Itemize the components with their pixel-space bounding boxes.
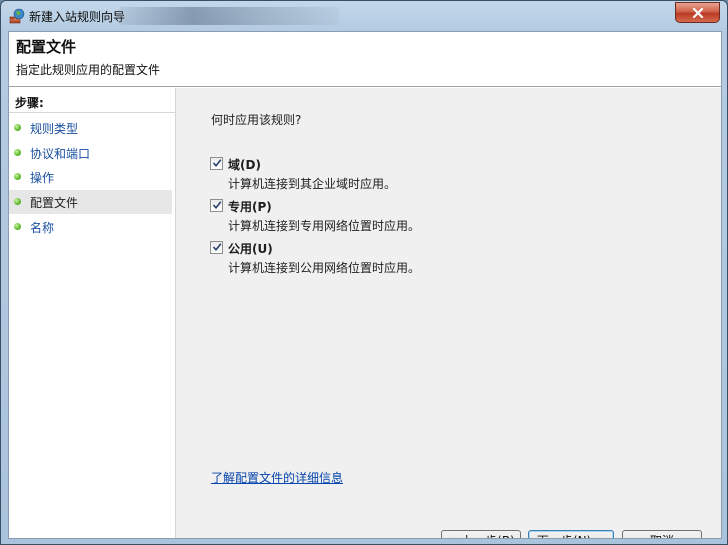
step-label: 协议和端口 <box>30 147 91 161</box>
learn-more-link[interactable]: 了解配置文件的详细信息 <box>211 469 343 486</box>
public-checkbox[interactable] <box>210 241 223 254</box>
question-text: 何时应用该规则? <box>211 113 302 127</box>
step-status-icon <box>14 124 21 131</box>
cancel-button[interactable]: 取消 <box>622 530 702 538</box>
next-button[interactable]: 下一步(N) > <box>528 530 614 538</box>
option-description: 计算机连接到其企业域时应用。 <box>228 177 397 191</box>
option-label[interactable]: 公用(U) <box>228 240 273 257</box>
step-label: 规则类型 <box>30 122 79 136</box>
domain-checkbox[interactable] <box>210 157 223 170</box>
step-label: 名称 <box>30 221 55 235</box>
step-status-icon <box>14 198 21 205</box>
wizard-body: 配置文件 指定此规则应用的配置文件 步骤: 规则类型 协议和端口 操作 配置文件 <box>8 31 722 539</box>
steps-pane: 步骤: 规则类型 协议和端口 操作 配置文件 名称 <box>9 88 176 538</box>
wizard-window: 新建入站规则向导 配置文件 指定此规则应用的配置文件 步骤: 规则类型 协议和端… <box>0 0 728 545</box>
step-profile[interactable]: 配置文件 <box>9 190 172 214</box>
title-bar[interactable]: 新建入站规则向导 <box>1 1 727 31</box>
close-button[interactable] <box>675 2 720 23</box>
step-label: 操作 <box>30 171 55 185</box>
page-subtitle: 指定此规则应用的配置文件 <box>16 63 161 77</box>
back-button[interactable]: < 上一步(B) <box>441 530 521 538</box>
steps-divider <box>9 112 175 113</box>
window-title: 新建入站规则向导 <box>29 10 126 24</box>
steps-title: 步骤: <box>15 96 44 110</box>
checkmark-icon <box>212 201 222 210</box>
checkmark-icon <box>212 159 222 168</box>
blurred-title-area <box>119 7 339 25</box>
option-label[interactable]: 域(D) <box>228 156 261 173</box>
page-title: 配置文件 <box>16 38 77 56</box>
private-checkbox[interactable] <box>210 199 223 212</box>
step-action[interactable]: 操作 <box>9 165 172 189</box>
step-protocol-ports[interactable]: 协议和端口 <box>9 141 172 165</box>
step-status-icon <box>14 223 21 230</box>
step-status-icon <box>14 149 21 156</box>
close-icon <box>692 7 703 18</box>
step-rule-type[interactable]: 规则类型 <box>9 116 172 140</box>
option-description: 计算机连接到公用网络位置时应用。 <box>228 261 421 275</box>
step-status-icon <box>14 173 21 180</box>
content-pane: 何时应用该规则? 域(D) 计算机连接到其企业域时应用。 专用(P) 计算机连接… <box>176 88 721 538</box>
page-header: 配置文件 指定此规则应用的配置文件 <box>9 32 721 86</box>
step-label: 配置文件 <box>30 196 79 210</box>
option-label[interactable]: 专用(P) <box>228 198 272 215</box>
checkmark-icon <box>212 243 222 252</box>
header-divider <box>9 86 721 87</box>
option-description: 计算机连接到专用网络位置时应用。 <box>228 219 421 233</box>
firewall-globe-icon <box>9 8 25 24</box>
step-name[interactable]: 名称 <box>9 215 172 239</box>
